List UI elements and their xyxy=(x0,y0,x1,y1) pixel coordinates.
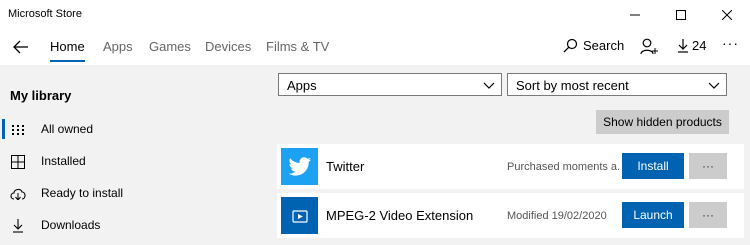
grid-icon xyxy=(10,122,26,138)
sidebar-item-all-owned[interactable]: All owned xyxy=(0,114,265,144)
add-user-icon xyxy=(640,38,658,55)
product-row-twitter[interactable]: Twitter Purchased moments a... Install ·… xyxy=(277,144,744,189)
sidebar-item-label: Downloads xyxy=(41,218,101,232)
product-name: MPEG-2 Video Extension xyxy=(326,208,474,223)
tab-devices[interactable]: Devices xyxy=(205,39,251,54)
show-hidden-products-button[interactable]: Show hidden products xyxy=(596,110,729,134)
category-value: Apps xyxy=(287,78,317,93)
more-icon: ··· xyxy=(722,35,739,51)
download-icon xyxy=(10,218,26,234)
sidebar-item-label: Ready to install xyxy=(41,186,124,200)
video-extension-icon xyxy=(291,209,308,223)
main-content: Apps Sort by most recent Show hidden pro… xyxy=(265,65,750,245)
mpeg2-tile xyxy=(281,197,318,234)
selection-indicator xyxy=(2,119,5,139)
sidebar: My library All owned Installed Ready to … xyxy=(0,65,265,245)
title-bar: Microsoft Store xyxy=(0,0,750,30)
sidebar-item-label: All owned xyxy=(41,122,94,136)
back-arrow-icon xyxy=(13,40,28,54)
sidebar-item-ready-to-install[interactable]: Ready to install xyxy=(0,178,265,208)
product-row-mpeg2[interactable]: MPEG-2 Video Extension Modified 19/02/20… xyxy=(277,193,744,238)
more-options-button[interactable]: ··· xyxy=(689,202,727,228)
search-button[interactable]: Search xyxy=(563,38,624,53)
sort-dropdown[interactable]: Sort by most recent xyxy=(507,73,727,96)
chevron-down-icon xyxy=(483,82,495,89)
sidebar-item-installed[interactable]: Installed xyxy=(0,146,265,176)
launch-button[interactable]: Launch xyxy=(622,202,684,228)
maximize-icon xyxy=(676,10,686,20)
twitter-bird-icon xyxy=(288,156,311,176)
chevron-down-icon xyxy=(708,82,720,89)
minimize-icon xyxy=(630,14,640,16)
tab-home[interactable]: Home xyxy=(50,39,85,62)
product-name: Twitter xyxy=(326,159,365,174)
downloads-button[interactable]: 24 xyxy=(677,38,706,53)
close-button[interactable] xyxy=(704,0,750,30)
close-icon xyxy=(722,10,732,20)
active-tab-indicator xyxy=(50,60,85,62)
twitter-tile xyxy=(281,148,318,185)
minimize-button[interactable] xyxy=(612,0,658,30)
product-status: Purchased moments a... xyxy=(507,161,619,173)
sidebar-heading: My library xyxy=(10,88,72,103)
more-options-button[interactable]: ··· xyxy=(689,153,727,179)
cloud-icon xyxy=(10,186,26,202)
tab-films-tv[interactable]: Films & TV xyxy=(266,39,329,54)
install-button[interactable]: Install xyxy=(622,153,684,179)
category-dropdown[interactable]: Apps xyxy=(278,73,502,96)
sidebar-item-label: Installed xyxy=(41,154,86,168)
more-options-button[interactable]: ··· xyxy=(722,35,739,51)
window-title: Microsoft Store xyxy=(8,8,82,20)
back-button[interactable] xyxy=(10,37,32,57)
tab-apps[interactable]: Apps xyxy=(103,39,133,54)
sidebar-item-downloads[interactable]: Downloads xyxy=(0,210,265,240)
maximize-button[interactable] xyxy=(658,0,704,30)
search-icon xyxy=(563,38,578,53)
installed-icon xyxy=(10,154,26,170)
download-icon xyxy=(678,39,688,53)
product-status: Modified 19/02/2020 xyxy=(507,210,607,222)
sort-value: Sort by most recent xyxy=(516,78,629,93)
account-button[interactable] xyxy=(640,38,658,55)
downloads-count: 24 xyxy=(692,38,707,53)
tab-games[interactable]: Games xyxy=(149,39,191,54)
top-nav: Home Apps Games Devices Films & TV Searc… xyxy=(0,30,750,65)
